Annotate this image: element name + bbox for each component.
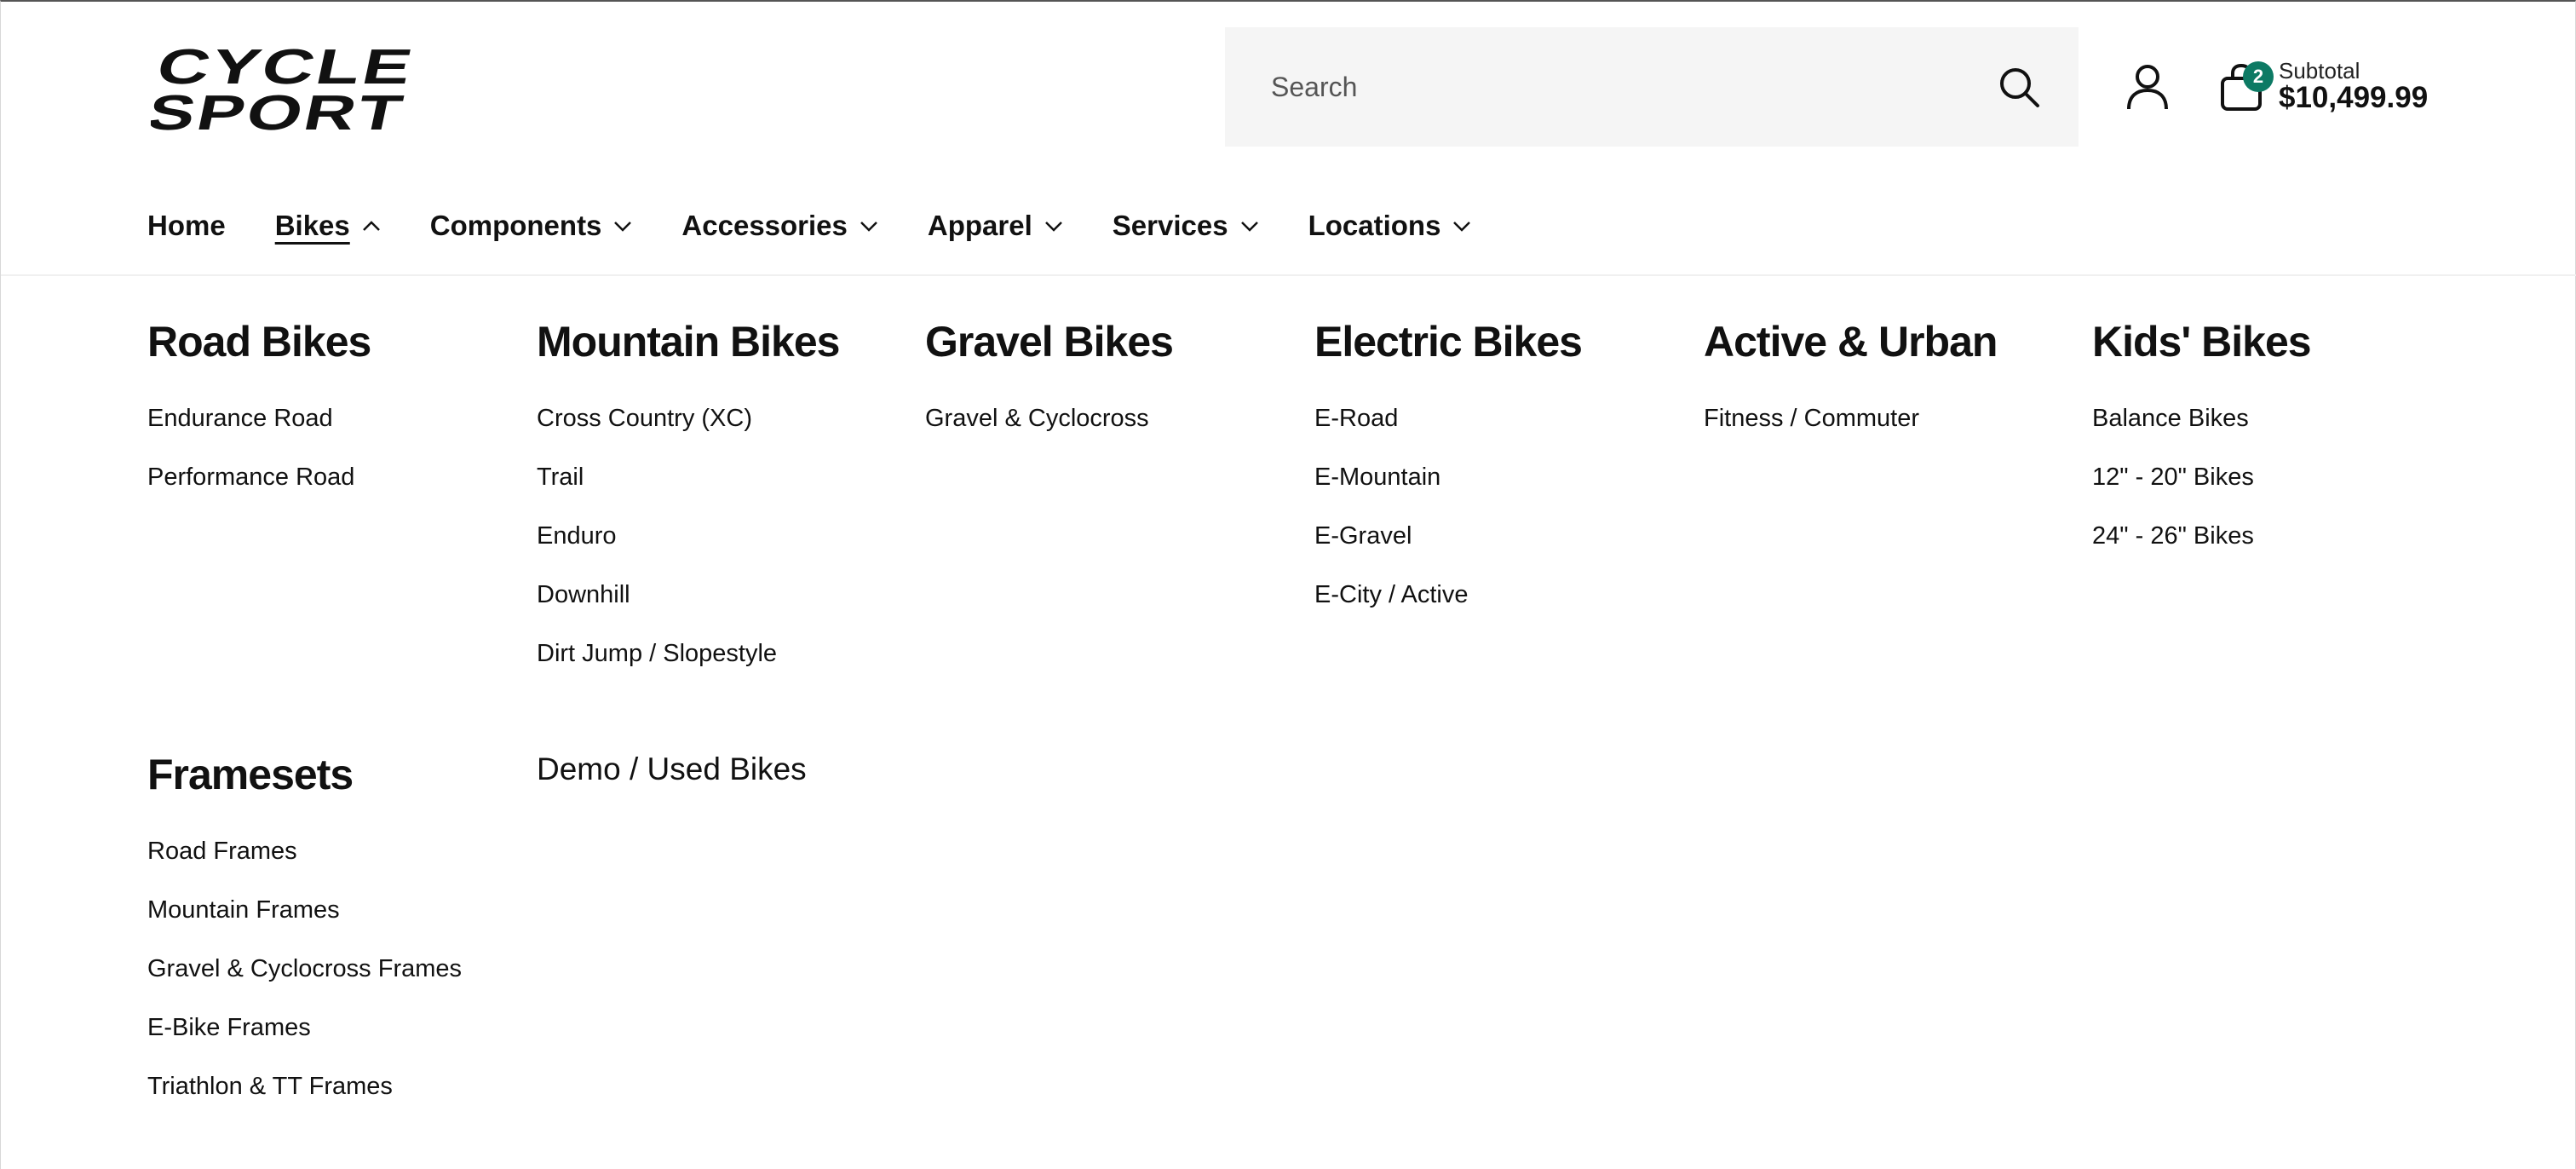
nav-item-label: Locations [1308,210,1441,241]
chevron-down-icon [1044,222,1062,232]
menu-link-cross-country[interactable]: Cross Country (XC) [537,404,839,463]
search-bar [1225,27,2079,147]
menu-heading-kids-bikes[interactable]: Kids' Bikes [2092,317,2312,366]
svg-text:SPORT: SPORT [151,86,410,133]
menu-column-active-urban: Active & Urban Fitness / Commuter [1704,317,1998,463]
menu-link-performance-road[interactable]: Performance Road [147,463,371,521]
nav-item-label: Services [1112,210,1228,241]
menu-link-e-gravel[interactable]: E-Gravel [1314,521,1582,580]
menu-column-kids-bikes: Kids' Bikes Balance Bikes 12" - 20" Bike… [2092,317,2312,580]
menu-link-trail[interactable]: Trail [537,463,839,521]
menu-column-road-bikes: Road Bikes Endurance Road Performance Ro… [147,317,371,521]
menu-column-electric-bikes: Electric Bikes E-Road E-Mountain E-Grave… [1314,317,1583,639]
menu-link-endurance-road[interactable]: Endurance Road [147,404,371,463]
menu-link-e-road[interactable]: E-Road [1314,404,1582,463]
menu-link-road-frames[interactable]: Road Frames [147,837,462,895]
menu-column-gravel-bikes: Gravel Bikes Gravel & Cyclocross [925,317,1174,463]
menu-heading-mountain-bikes[interactable]: Mountain Bikes [537,317,840,366]
subtotal-value[interactable]: $10,499.99 [2279,81,2428,115]
menu-heading-gravel-bikes[interactable]: Gravel Bikes [925,317,1174,366]
menu-column-framesets: Framesets Road Frames Mountain Frames Gr… [147,750,462,1131]
nav-item-services[interactable]: Services [1113,210,1259,242]
menu-heading-electric-bikes[interactable]: Electric Bikes [1314,317,1583,366]
menu-links: Balance Bikes 12" - 20" Bikes 24" - 26" … [2092,404,2311,580]
nav-item-components[interactable]: Components [430,210,633,242]
nav-item-label: Apparel [927,210,1032,241]
menu-links: Fitness / Commuter [1704,404,1997,463]
menu-link-enduro[interactable]: Enduro [537,521,839,580]
main-nav: Home Bikes Components Accessories Appare… [147,204,1521,247]
menu-link-24-26-bikes[interactable]: 24" - 26" Bikes [2092,521,2311,580]
menu-link-12-20-bikes[interactable]: 12" - 20" Bikes [2092,463,2311,521]
chevron-down-icon [1240,222,1258,232]
menu-link-triathlon-tt-frames[interactable]: Triathlon & TT Frames [147,1072,462,1131]
cycle-sport-logo[interactable]: CYCLE SPORT [151,44,420,133]
search-input[interactable] [1271,61,1935,112]
nav-item-home[interactable]: Home [147,210,226,242]
menu-links: Endurance Road Performance Road [147,404,371,521]
nav-item-bikes[interactable]: Bikes [275,210,381,242]
chevron-down-icon [614,222,632,232]
menu-links: Road Frames Mountain Frames Gravel & Cyc… [147,837,462,1131]
menu-link-mountain-frames[interactable]: Mountain Frames [147,895,462,954]
nav-item-apparel[interactable]: Apparel [928,210,1063,242]
nav-item-label: Accessories [681,210,848,241]
menu-link-demo-used-bikes[interactable]: Demo / Used Bikes [537,752,807,787]
menu-link-gravel-cyclocross[interactable]: Gravel & Cyclocross [925,404,1173,463]
menu-links: Gravel & Cyclocross [925,404,1173,463]
menu-link-e-city[interactable]: E-City / Active [1314,580,1582,639]
menu-heading-framesets[interactable]: Framesets [147,750,462,799]
nav-item-label: Components [429,210,602,241]
nav-item-accessories[interactable]: Accessories [681,210,877,242]
page: CYCLE SPORT 2 Subtotal $10,499.99 Home B… [0,0,2576,1169]
nav-item-label: Home [147,210,226,241]
menu-link-e-bike-frames[interactable]: E-Bike Frames [147,1013,462,1072]
menu-column-mountain-bikes: Mountain Bikes Cross Country (XC) Trail … [537,317,840,698]
chevron-down-icon [1453,222,1471,232]
menu-links: Cross Country (XC) Trail Enduro Downhill… [537,404,839,698]
menu-column-demo: Demo / Used Bikes [537,752,807,787]
menu-link-dirt-jump[interactable]: Dirt Jump / Slopestyle [537,639,839,698]
cart-count-badge: 2 [2243,61,2274,92]
menu-link-e-mountain[interactable]: E-Mountain [1314,463,1582,521]
nav-item-label: Bikes [274,210,350,241]
menu-heading-active-urban[interactable]: Active & Urban [1704,317,1998,366]
menu-link-downhill[interactable]: Downhill [537,580,839,639]
menu-link-fitness-commuter[interactable]: Fitness / Commuter [1704,404,1997,463]
mega-menu-divider [1,274,2576,276]
chevron-up-icon [362,221,380,231]
menu-link-gravel-cyclocross-frames[interactable]: Gravel & Cyclocross Frames [147,954,462,1013]
menu-heading-road-bikes[interactable]: Road Bikes [147,317,371,366]
menu-link-balance-bikes[interactable]: Balance Bikes [2092,404,2311,463]
nav-item-locations[interactable]: Locations [1308,210,1472,242]
user-icon[interactable] [2125,63,2170,111]
search-icon[interactable] [1997,65,2043,111]
menu-links: E-Road E-Mountain E-Gravel E-City / Acti… [1314,404,1582,639]
chevron-down-icon [860,222,877,232]
